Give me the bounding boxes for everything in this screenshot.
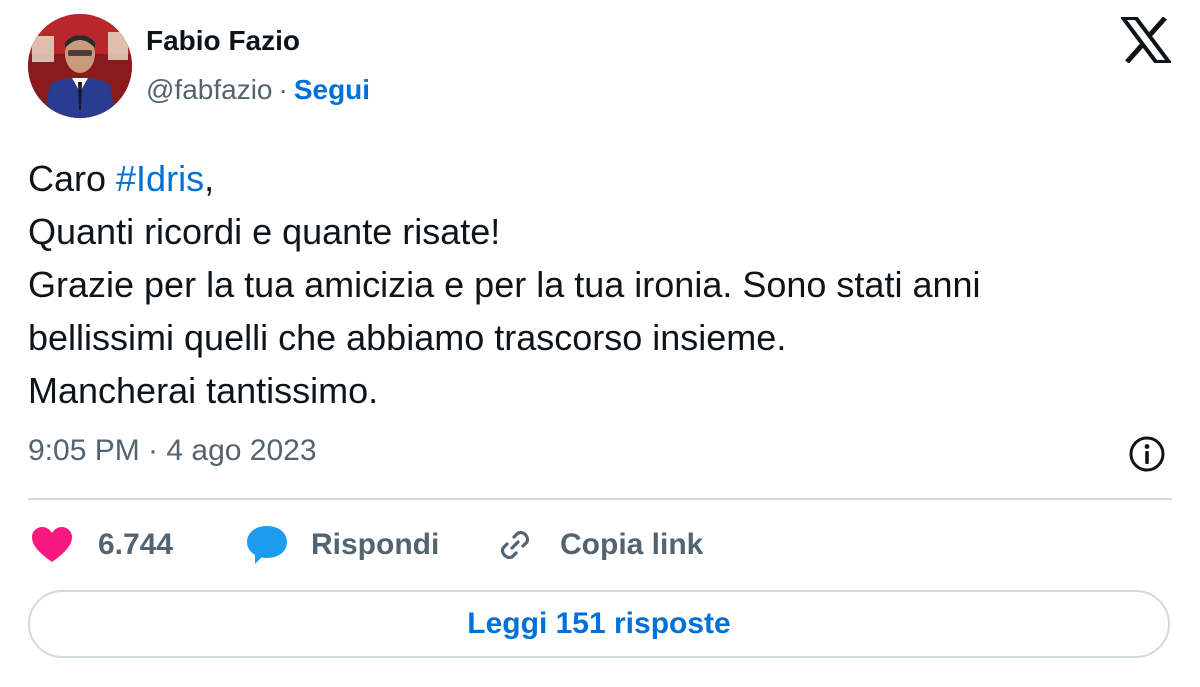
author-handle[interactable]: @fabfazio bbox=[146, 74, 273, 105]
link-icon bbox=[500, 530, 530, 560]
info-icon[interactable] bbox=[1128, 435, 1166, 473]
tweet-line: Quanti ricordi e quante risate! bbox=[28, 211, 501, 252]
copy-link-label: Copia link bbox=[560, 528, 704, 561]
divider bbox=[28, 498, 1172, 500]
hashtag-link[interactable]: #Idris bbox=[116, 158, 204, 199]
heart-icon bbox=[32, 527, 72, 562]
author-name[interactable]: Fabio Fazio bbox=[146, 25, 300, 57]
speech-bubble-icon bbox=[247, 526, 287, 564]
tweet-line: Grazie per la tua amicizia e per la tua … bbox=[28, 264, 981, 305]
like-button[interactable]: 6.744 bbox=[32, 523, 173, 567]
tweet-line: Caro #Idris, bbox=[28, 158, 215, 199]
read-replies-button[interactable]: Leggi 151 risposte bbox=[28, 590, 1170, 658]
x-logo-icon[interactable] bbox=[1119, 16, 1173, 64]
tweet-line: bellissimi quelli che abbiamo trascorso … bbox=[28, 317, 787, 358]
reply-button[interactable]: Rispondi bbox=[245, 523, 439, 567]
like-count: 6.744 bbox=[98, 528, 174, 561]
reply-label: Rispondi bbox=[311, 528, 440, 561]
author-handle-line: @fabfazio · Segui bbox=[146, 74, 370, 106]
tweet-line: Mancherai tantissimo. bbox=[28, 370, 379, 411]
avatar[interactable] bbox=[28, 14, 132, 118]
copy-link-button[interactable]: Copia link bbox=[496, 523, 703, 567]
tweet-text: Caro #Idris, Quanti ricordi e quante ris… bbox=[28, 152, 1178, 417]
follow-link[interactable]: Segui bbox=[294, 74, 370, 105]
separator-dot: · bbox=[278, 74, 288, 105]
tweet-timestamp[interactable]: 9:05 PM · 4 ago 2023 bbox=[28, 434, 317, 468]
